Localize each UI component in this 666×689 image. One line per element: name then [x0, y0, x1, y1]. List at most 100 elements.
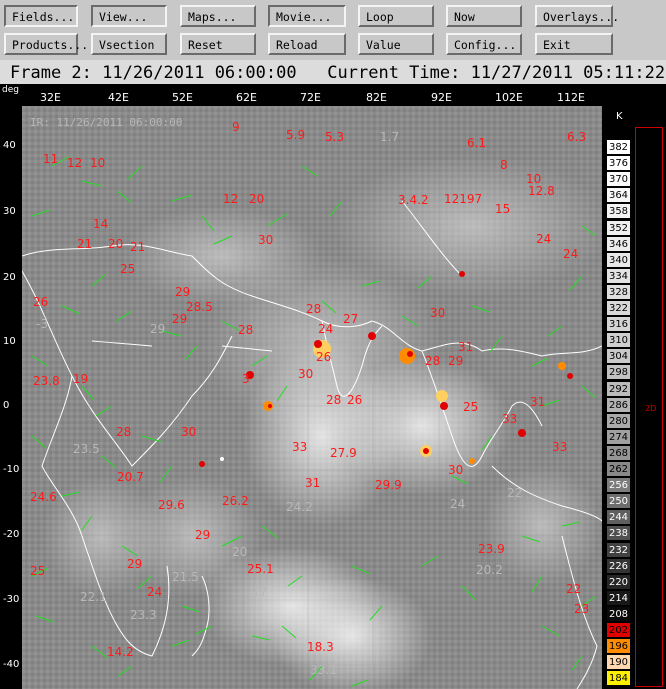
colorbar-swatch: 214	[606, 589, 631, 606]
lat-tick: 30	[3, 206, 16, 217]
lat-tick: 20	[3, 272, 16, 283]
axis-unit-label: deg	[2, 85, 19, 95]
station-value: 5.3	[325, 130, 345, 144]
station-value: 17	[252, 585, 268, 599]
lat-tick: -20	[3, 529, 20, 540]
station-value: 28	[306, 302, 322, 316]
station-value: 24	[536, 232, 552, 246]
station-value: 29	[127, 557, 143, 571]
exit-button[interactable]: Exit	[535, 33, 613, 55]
lon-tick: 62E	[236, 91, 257, 104]
station-value: 20	[249, 192, 265, 206]
colorbar-swatch: 292	[606, 380, 631, 397]
colorbar-swatch: 238	[606, 525, 631, 542]
station-value: 29	[175, 285, 191, 299]
colorbar-swatch: 346	[606, 235, 631, 252]
station-value: 12197	[444, 192, 483, 206]
colorbar-swatch: 208	[606, 605, 631, 622]
station-value: 31	[530, 395, 546, 409]
lat-tick: 40	[3, 140, 16, 151]
colorbar-swatch: 202	[606, 622, 631, 638]
colorbar-swatch: 268	[606, 444, 631, 461]
station-value: 12	[223, 192, 239, 206]
station-value: 28.5	[186, 300, 213, 314]
products-button[interactable]: Products...	[4, 33, 88, 55]
station-value: 30	[181, 425, 197, 439]
station-value: 5.9	[286, 128, 306, 142]
station-value: 30	[448, 463, 464, 477]
station-value: 30	[258, 233, 274, 247]
station-value: 27.9	[330, 446, 357, 460]
colorbar-unit: K	[616, 111, 623, 122]
colorbar-swatch: 250	[606, 493, 631, 510]
value-button[interactable]: Value	[358, 33, 434, 55]
fields-button[interactable]: Fields...	[4, 5, 78, 27]
config-button[interactable]: Config...	[446, 33, 522, 55]
movie-button[interactable]: Movie...	[268, 5, 346, 27]
station-value: 20.7	[117, 470, 144, 484]
station-value: 23.9	[478, 542, 505, 556]
station-value: 12	[67, 156, 83, 170]
station-value: 20.2	[476, 563, 503, 577]
station-value: 23.8	[33, 374, 60, 388]
station-value: 29	[448, 354, 464, 368]
station-value: 26	[347, 393, 363, 407]
colorbar-swatch: 376	[606, 155, 631, 172]
colorbar-swatch: 358	[606, 203, 631, 220]
lon-tick: 112E	[557, 91, 585, 104]
station-value: 18.3	[307, 640, 334, 654]
station-value: 25.1	[247, 562, 274, 576]
colorbar-swatch: 364	[606, 187, 631, 204]
station-value: 24	[450, 497, 466, 511]
station-value: 6.3	[567, 130, 587, 144]
colorbar-swatch: 322	[606, 300, 631, 316]
station-value: 25	[463, 400, 479, 414]
lat-tick: -10	[3, 464, 20, 475]
station-value: 29	[195, 528, 211, 542]
now-button[interactable]: Now	[446, 5, 522, 27]
colorbar-swatch: 298	[606, 364, 631, 381]
station-value: 24	[318, 322, 334, 336]
lon-tick: 82E	[366, 91, 387, 104]
reset-button[interactable]: Reset	[180, 33, 256, 55]
colorbar-swatch: 328	[606, 283, 631, 300]
view-button[interactable]: View...	[91, 5, 167, 27]
lon-tick: 102E	[495, 91, 523, 104]
station-value: 26	[316, 350, 332, 364]
station-value: 30	[298, 367, 314, 381]
toolbar: Fields... View... Maps... Movie... Loop Now Ov…	[0, 0, 666, 60]
ir-timestamp-label: IR: 11/26/2011 06:00:00	[30, 116, 182, 129]
station-value: 33	[292, 440, 308, 454]
colorbar-swatch: 220	[606, 573, 631, 590]
station-value: 25	[120, 262, 136, 276]
colorbar-swatch: 316	[606, 316, 631, 333]
station-value: 21	[77, 237, 93, 251]
station-value: 15	[495, 202, 511, 216]
colorbar-swatch: 196	[606, 638, 631, 655]
station-value: 26	[33, 295, 49, 309]
lat-tick: -30	[3, 594, 20, 605]
satellite-map[interactable]: IR: 11/26/2011 06:00:00	[22, 106, 602, 689]
lon-tick: 32E	[40, 91, 61, 104]
lon-tick: 42E	[108, 91, 129, 104]
station-value: 29.6	[158, 498, 185, 512]
maps-button[interactable]: Maps...	[180, 5, 256, 27]
station-value: 21	[130, 240, 146, 254]
colorbar-swatch: 190	[606, 654, 631, 671]
station-value: 23.5	[73, 442, 100, 456]
reload-button[interactable]: Reload	[268, 33, 346, 55]
colorbar-swatch: 232	[606, 541, 631, 558]
station-value: 23.3	[130, 608, 157, 622]
overlays-button[interactable]: Overlays...	[535, 5, 619, 27]
colorbar-swatch: 256	[606, 477, 631, 494]
station-value: 24.6	[30, 490, 57, 504]
vsection-button[interactable]: Vsection	[91, 33, 167, 55]
colorbar-swatch: 286	[606, 396, 631, 413]
station-value: 3	[242, 372, 250, 386]
colorbar-swatch: 184	[606, 670, 631, 687]
station-value: 11	[43, 152, 59, 166]
station-value: 26.2	[222, 494, 249, 508]
loop-button[interactable]: Loop	[358, 5, 434, 27]
station-value: 22	[507, 486, 523, 500]
lat-tick: 10	[3, 336, 16, 347]
